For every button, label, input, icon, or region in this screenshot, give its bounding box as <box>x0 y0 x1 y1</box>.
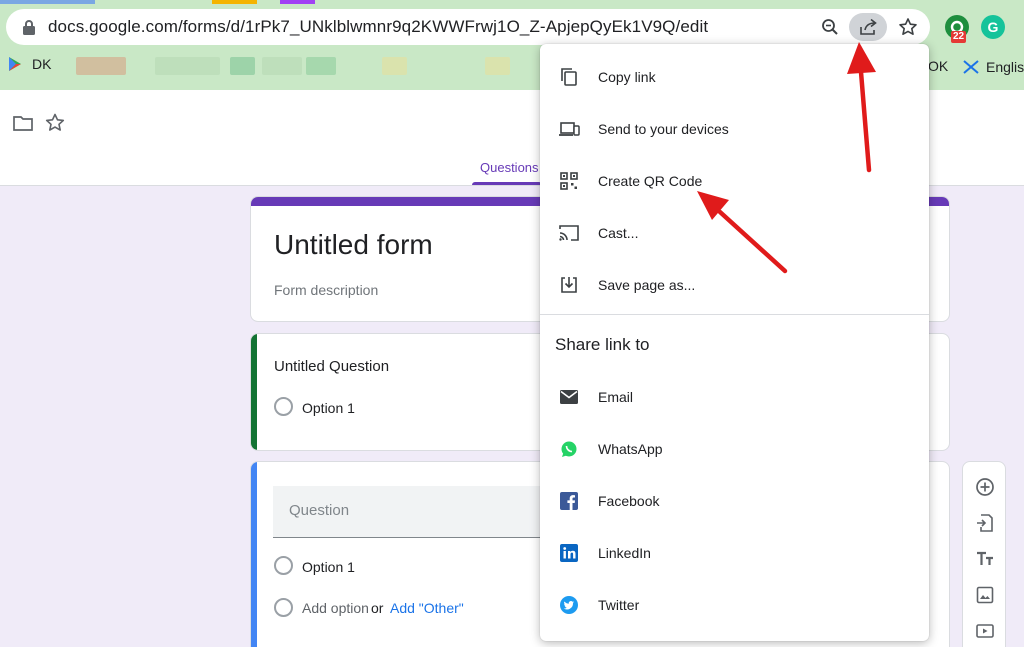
blurred-bookmark[interactable] <box>262 57 302 75</box>
send-to-devices-item[interactable]: Send to your devices <box>540 103 929 155</box>
whatsapp-icon <box>558 438 580 460</box>
import-icon <box>977 514 993 532</box>
blurred-bookmark[interactable] <box>382 57 407 75</box>
add-other-link[interactable]: Add "Other" <box>390 600 464 616</box>
import-questions-button[interactable] <box>973 511 997 535</box>
radio-button[interactable] <box>274 397 293 416</box>
zoom-button[interactable] <box>816 13 844 41</box>
cast-item[interactable]: Cast... <box>540 207 929 259</box>
star-icon[interactable] <box>44 112 66 134</box>
question-active-bar <box>251 462 257 647</box>
menu-item-label: Copy link <box>598 69 656 85</box>
create-qr-code-item[interactable]: Create QR Code <box>540 155 929 207</box>
blurred-bookmark[interactable] <box>76 57 126 75</box>
extension-badge: 22 <box>951 31 967 43</box>
menu-item-label: Facebook <box>598 493 660 509</box>
blurred-bookmark[interactable] <box>306 57 336 75</box>
bookmark-english-label: Englis <box>986 59 1024 75</box>
form-title[interactable]: Untitled form <box>274 229 433 261</box>
cast-icon <box>558 222 580 244</box>
linkedin-icon <box>558 542 580 564</box>
bookmark-star-button[interactable] <box>894 13 922 41</box>
video-icon <box>976 624 994 638</box>
qr-code-icon <box>558 170 580 192</box>
menu-item-label: LinkedIn <box>598 545 651 561</box>
bookmark-english[interactable]: Englis <box>962 58 1024 76</box>
facebook-icon <box>558 490 580 512</box>
menu-divider <box>540 314 929 315</box>
save-page-as-item[interactable]: Save page as... <box>540 259 929 311</box>
question-indicator-bar <box>251 334 257 450</box>
menu-item-label: Cast... <box>598 225 639 241</box>
share-whatsapp-item[interactable]: WhatsApp <box>540 423 929 475</box>
question-toolbar <box>962 461 1006 647</box>
share-twitter-item[interactable]: Twitter <box>540 579 929 631</box>
address-bar[interactable]: docs.google.com/forms/d/1rPk7_UNklblwmnr… <box>6 9 930 45</box>
share-button[interactable] <box>849 13 887 41</box>
menu-item-label: Email <box>598 389 634 405</box>
option-label[interactable]: Option 1 <box>302 559 355 575</box>
share-menu: Copy link Send to your devices Create QR… <box>540 44 929 641</box>
add-title-button[interactable] <box>973 547 997 571</box>
bookmark-ok-partial[interactable]: OK <box>928 58 948 74</box>
menu-item-label: WhatsApp <box>598 441 663 457</box>
copy-icon <box>558 66 580 88</box>
share-linkedin-item[interactable]: LinkedIn <box>540 527 929 579</box>
image-icon <box>976 586 994 604</box>
or-text: or <box>371 600 384 616</box>
share-link-heading: Share link to <box>555 335 650 354</box>
devices-icon <box>558 118 580 140</box>
blurred-bookmark[interactable] <box>155 57 220 75</box>
zoom-out-icon <box>822 19 838 35</box>
twitter-icon <box>558 594 580 616</box>
share-email-item[interactable]: Email <box>540 371 929 423</box>
play-store-icon <box>9 57 21 71</box>
menu-item-label: Create QR Code <box>598 173 703 189</box>
translate-icon <box>963 60 979 74</box>
url-text[interactable]: docs.google.com/forms/d/1rPk7_UNklblwmnr… <box>48 17 708 37</box>
grammarly-extension-icon[interactable]: G <box>981 15 1005 39</box>
email-icon <box>558 386 580 408</box>
folder-icon[interactable] <box>12 112 34 134</box>
add-circle-icon <box>976 478 994 496</box>
tab-strip-edge <box>0 0 1024 4</box>
lock-icon[interactable] <box>22 19 36 35</box>
save-icon <box>558 274 580 296</box>
add-question-button[interactable] <box>973 475 997 499</box>
question-title[interactable]: Untitled Question <box>274 358 389 375</box>
add-image-button[interactable] <box>973 583 997 607</box>
grammarly-letter: G <box>987 19 999 35</box>
radio-button <box>274 598 293 617</box>
menu-item-label: Save page as... <box>598 277 696 293</box>
bookmark-dk[interactable]: DK <box>8 56 51 72</box>
tab-active-indicator <box>472 182 542 185</box>
question-placeholder: Question <box>289 502 350 519</box>
title-text-icon <box>977 551 993 565</box>
copy-link-item[interactable]: Copy link <box>540 51 929 103</box>
blurred-bookmark[interactable] <box>485 57 510 75</box>
radio-button[interactable] <box>274 556 293 575</box>
tab-questions[interactable]: Questions <box>480 160 539 175</box>
bookmark-dk-label: DK <box>32 56 52 72</box>
add-option-link[interactable]: Add option <box>302 600 369 616</box>
menu-item-label: Send to your devices <box>598 121 729 137</box>
star-icon <box>899 18 917 35</box>
form-description[interactable]: Form description <box>274 282 378 298</box>
add-video-button[interactable] <box>973 619 997 643</box>
option-label[interactable]: Option 1 <box>302 400 355 416</box>
menu-item-label: Twitter <box>598 597 640 613</box>
share-icon <box>860 18 877 35</box>
blurred-bookmark[interactable] <box>230 57 255 75</box>
share-facebook-item[interactable]: Facebook <box>540 475 929 527</box>
